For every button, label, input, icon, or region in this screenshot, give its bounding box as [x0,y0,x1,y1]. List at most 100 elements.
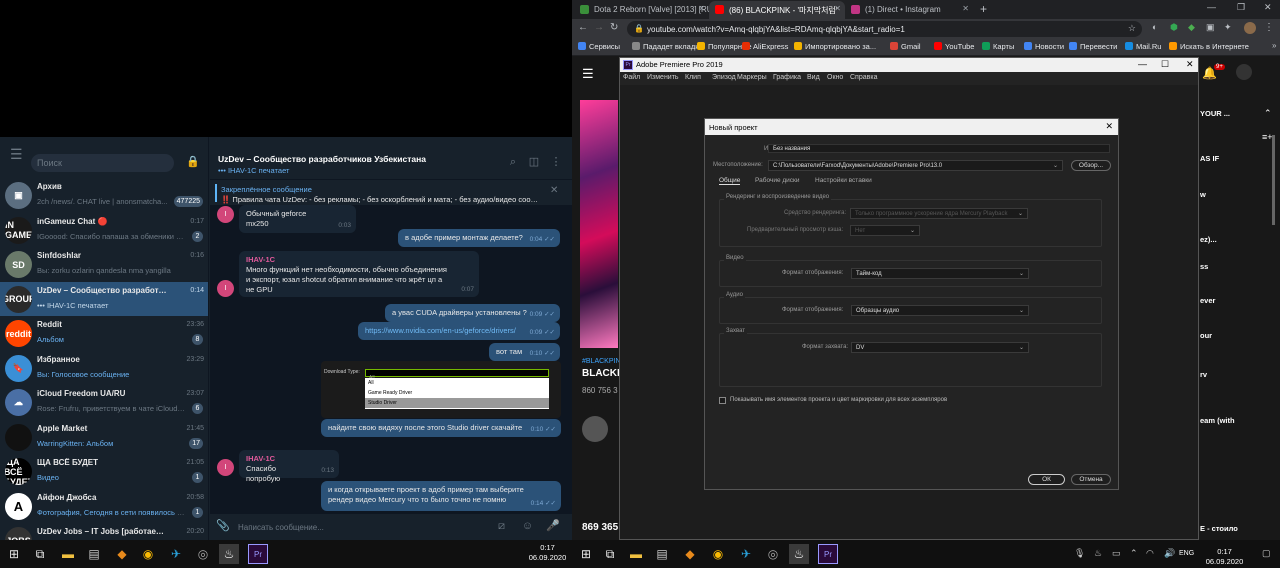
show-item-names-checkbox[interactable] [719,397,726,404]
chat-list-item[interactable]: ЩА ВСЁ БУДЕТ ЩА ВСЁ БУДЕТ Видео 21:05 1 [0,454,208,488]
screenshot-image[interactable]: Download Type: All All Game Ready Driver… [321,361,561,418]
lock-icon[interactable]: 🔒 [634,24,644,33]
lock-icon[interactable]: 🔒 [186,155,200,169]
chat-list-item[interactable]: SD Sinfdoshlar Вы: zorku ozlarin qandesla … [0,247,208,281]
sidebar-toggle-icon[interactable]: ◫ [528,156,540,168]
task-view-icon[interactable]: ⧉ [30,544,50,564]
task-view-icon[interactable]: ⧉ [600,544,620,564]
video-format-dropdown[interactable]: Тайм-код ⌄ [851,268,1029,279]
bookmark-item[interactable]: Пададет вкладка [632,42,703,51]
capture-format-dropdown[interactable]: DV ⌄ [851,342,1029,353]
ok-button[interactable]: ОК [1028,474,1065,485]
address-bar[interactable]: 🔒 youtube.com/watch?v=Amq-qlqbjYA&list=R… [627,21,1142,37]
playlist-item-title[interactable]: E - стоило [1200,524,1238,533]
premiere-menu-item[interactable]: Вид [807,74,820,81]
attach-icon[interactable]: 📎 [216,520,230,533]
tab-dota[interactable]: Dota 2 Reborn [Valve] [2013] [RU ✕ [574,1,709,19]
chat-search-input[interactable] [31,154,174,172]
sublime-icon[interactable]: ◆ [112,544,132,564]
playlist-item-title[interactable]: eam (with [1200,416,1235,425]
microphone-icon[interactable]: 🎤 [546,520,560,533]
notepad-icon[interactable]: ▤ [84,544,104,564]
search-icon[interactable]: ⌕ [507,156,519,168]
start-windows-icon[interactable]: ⊞ [576,544,596,564]
close-icon[interactable]: ✕ [1105,121,1113,132]
premiere-menu-item[interactable]: Графика [773,74,801,81]
tab-close-icon[interactable]: ✕ [698,4,705,13]
collapse-chevron-icon[interactable]: ⌃ [1264,108,1272,119]
reload-icon[interactable]: ↻ [610,22,618,33]
message-outgoing[interactable]: найдите свою видяху после этого Studio d… [321,419,561,437]
playlist-item-title[interactable]: ss [1200,262,1208,271]
extension-icon[interactable]: ◆ [1188,22,1195,33]
tab-scratch-disks[interactable]: Рабочие диски [755,177,800,184]
hamburger-menu-icon[interactable]: ☰ [10,147,24,161]
add-to-queue-icon[interactable]: ≡+ [1262,132,1273,142]
extensions-puzzle-icon[interactable]: ✦ [1224,22,1232,33]
star-icon[interactable]: ☆ [1128,23,1136,34]
playlist-item-title[interactable]: our [1200,331,1212,340]
project-name-input[interactable]: Без названия [768,144,1110,153]
premiere-menu-item[interactable]: Маркеры [737,74,767,81]
telegram-icon[interactable]: ✈ [166,544,186,564]
steam-tray-icon[interactable]: ♨ [1094,548,1102,559]
user-avatar[interactable]: I [217,280,234,297]
premiere-menu-item[interactable]: Клип [685,74,701,81]
playlist-item-title[interactable]: ez)... [1200,235,1217,244]
steam-icon[interactable]: ♨ [789,544,809,564]
language-indicator[interactable]: ENG [1179,550,1194,557]
premiere-menu-item[interactable]: Изменить [647,74,679,81]
account-avatar[interactable] [1236,64,1252,80]
playlist-item-title[interactable]: ever [1200,296,1215,305]
playlist-item-title[interactable]: AS IF [1200,154,1219,163]
message-outgoing[interactable]: а увас CUDA драйверы установлены ? 0:09 … [385,304,560,322]
user-avatar[interactable]: I [217,459,234,476]
extension-icon[interactable]: ⬢ [1170,22,1178,33]
message-incoming[interactable]: IHAV-1C Много функций нет необходимости,… [239,251,479,297]
bookmark-item[interactable]: Mail.Ru [1125,42,1161,51]
message-outgoing[interactable]: вот там 0:10 ✓✓ [489,343,560,361]
chrome-menu-icon[interactable]: ⋮ [1264,22,1274,33]
chat-list-item[interactable]: ▣ Архив 2ch /news/. CHAT live | anonsmatch… [0,178,208,212]
bookmark-item[interactable]: YouTube [934,42,974,51]
bookmarks-overflow-icon[interactable]: » [1272,41,1276,50]
chat-list-item[interactable]: A Айфон Джобса Фотография, Сегодня в сети … [0,489,208,523]
mic-tray-icon[interactable]: 🎙 [1074,548,1085,559]
message-outgoing[interactable]: в адобе пример монтаж делаете? 0:04 ✓✓ [398,229,560,247]
volume-icon[interactable]: 🔊 [1164,548,1175,559]
minimize-icon[interactable]: — [1138,59,1147,69]
video-player[interactable] [580,100,618,348]
steam-icon[interactable]: ♨ [219,544,239,564]
premiere-menu-item[interactable]: Справка [850,74,877,81]
chrome-icon[interactable]: ◉ [708,544,728,564]
minimize-icon[interactable]: — [1207,2,1216,12]
cancel-button[interactable]: Отмена [1071,474,1111,485]
chat-list-item[interactable]: reddit Reddit Альбом 23:36 8 [0,316,208,350]
wifi-icon[interactable]: ◠ [1146,548,1154,559]
extension-icon[interactable]: ▣ [1206,22,1215,33]
chat-list-item[interactable]: JOBS UzDev Jobs – IT Jobs [работаем из д.… [0,523,208,540]
video-hashtag[interactable]: #BLACKPIN [582,358,621,365]
back-icon[interactable]: ← [578,22,588,33]
profile-avatar[interactable] [1244,22,1256,34]
premiere-titlebar[interactable]: Pr Adobe Premiere Pro 2019 — ☐ ✕ [620,58,1198,72]
chat-list-item[interactable]: GROUP UzDev – Сообщество разработч... ••• … [0,281,208,316]
message-outgoing[interactable]: https://www.nvidia.com/en-us/geforce/dri… [358,322,560,340]
playlist-scrollbar[interactable] [1272,135,1275,225]
message-outgoing[interactable]: и когда открываете проект в адоб пример … [321,481,561,511]
notepad-icon[interactable]: ▤ [652,544,672,564]
clock[interactable]: 0:17 06.09.2020 [525,543,570,563]
browse-button[interactable]: Обзор... [1071,160,1111,171]
message-incoming[interactable]: IHAV-1C Спасибо попробую 0:13 [239,450,339,483]
chrome-icon[interactable]: ◉ [138,544,158,564]
file-explorer-icon[interactable]: ▬ [58,544,78,564]
sender-name[interactable]: IHAV-1C [246,454,311,464]
chat-list-item[interactable]: Apple Market WarringKitten: Альбом 21:45 17 [0,420,208,454]
bookmark-item[interactable]: AliExpress [742,42,788,51]
nvidia-drivers-link[interactable]: https://www.nvidia.com/en-us/geforce/dri… [365,326,516,335]
bookmark-item[interactable]: Новости [1024,42,1064,51]
pinned-message-bar[interactable]: Закреплённое сообщение ‼️ Правила чата U… [210,179,572,205]
bookmark-item[interactable]: Карты [982,42,1014,51]
dialog-titlebar[interactable]: Новый проект ✕ [705,119,1118,135]
bookmark-item[interactable]: Перевести [1069,42,1117,51]
